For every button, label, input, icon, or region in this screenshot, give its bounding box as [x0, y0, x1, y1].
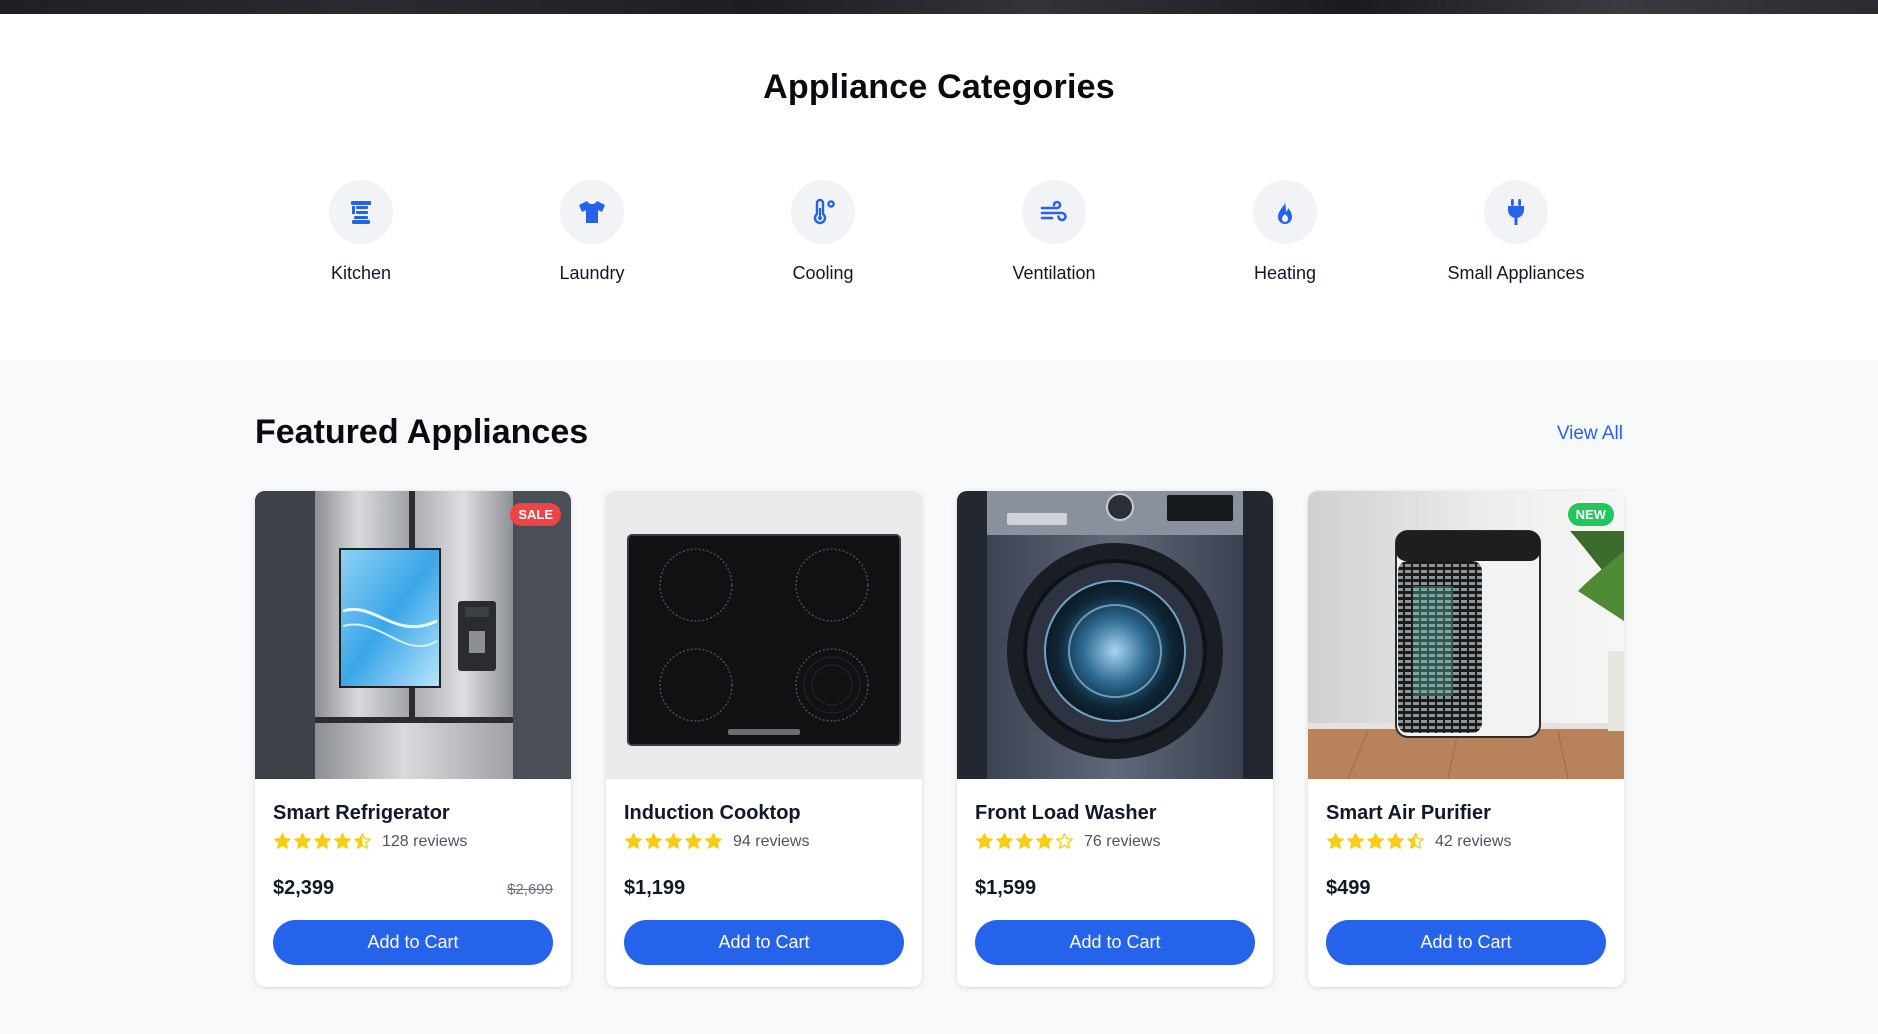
- star-half-icon: [354, 832, 371, 849]
- star-full-icon: [976, 832, 993, 849]
- star-rating: [273, 832, 372, 851]
- product-price: $1,599: [975, 877, 1037, 899]
- category-label: Cooling: [792, 263, 854, 283]
- thermometer-icon: [791, 180, 855, 244]
- star-full-icon: [685, 832, 702, 849]
- blender-icon: [329, 180, 393, 244]
- new-badge: NEW: [1567, 503, 1614, 526]
- product-name[interactable]: Smart Air Purifier: [1326, 802, 1606, 825]
- featured-appliances-section: Featured Appliances View All SALE Smart …: [0, 361, 1878, 1034]
- star-full-icon: [1387, 832, 1404, 849]
- fire-icon: [1253, 180, 1317, 244]
- product-card-induction-cooktop[interactable]: Induction Cooktop 94 reviews $1,199 Add …: [606, 491, 922, 987]
- review-count[interactable]: 76 reviews: [1084, 833, 1160, 851]
- category-label: Laundry: [559, 263, 625, 283]
- star-full-icon: [1016, 832, 1033, 849]
- product-price: $499: [1326, 877, 1371, 899]
- category-label: Ventilation: [1012, 263, 1096, 283]
- featured-title: Featured Appliances: [255, 413, 589, 451]
- star-full-icon: [1347, 832, 1364, 849]
- product-rating: 128 reviews: [273, 832, 553, 851]
- price-row: $1,599: [975, 877, 1255, 900]
- star-full-icon: [314, 832, 331, 849]
- star-full-icon: [334, 832, 351, 849]
- categories-title: Appliance Categories: [763, 68, 1115, 106]
- price-row: $499: [1326, 877, 1606, 900]
- star-full-icon: [294, 832, 311, 849]
- star-empty-icon: [1056, 832, 1073, 849]
- category-label: Kitchen: [330, 263, 392, 283]
- category-heating[interactable]: Heating: [1185, 180, 1385, 284]
- review-count[interactable]: 42 reviews: [1435, 833, 1511, 851]
- review-count[interactable]: 128 reviews: [382, 833, 467, 851]
- view-all-link[interactable]: View All: [1557, 423, 1623, 445]
- category-kitchen[interactable]: Kitchen: [261, 180, 461, 284]
- add-to-cart-button[interactable]: Add to Cart: [273, 920, 553, 965]
- product-price: $2,399: [273, 877, 335, 899]
- sale-badge: SALE: [510, 503, 561, 526]
- product-name[interactable]: Smart Refrigerator: [273, 802, 553, 825]
- category-label: Heating: [1253, 263, 1317, 283]
- original-price: $2,699: [507, 881, 553, 898]
- star-full-icon: [625, 832, 642, 849]
- star-full-icon: [665, 832, 682, 849]
- star-full-icon: [705, 832, 722, 849]
- star-full-icon: [1367, 832, 1384, 849]
- product-image[interactable]: SALE: [255, 491, 571, 779]
- category-ventilation[interactable]: Ventilation: [954, 180, 1154, 284]
- star-full-icon: [1327, 832, 1344, 849]
- product-image[interactable]: [606, 491, 922, 779]
- plug-icon: [1484, 180, 1548, 244]
- product-rating: 42 reviews: [1326, 832, 1606, 851]
- product-name[interactable]: Front Load Washer: [975, 802, 1255, 825]
- appliance-categories-section: Appliance Categories Kitchen Laundry Coo…: [0, 14, 1878, 361]
- wind-icon: [1022, 180, 1086, 244]
- add-to-cart-button[interactable]: Add to Cart: [975, 920, 1255, 965]
- product-name[interactable]: Induction Cooktop: [624, 802, 904, 825]
- category-laundry[interactable]: Laundry: [492, 180, 692, 284]
- star-rating: [975, 832, 1074, 851]
- category-cooling[interactable]: Cooling: [723, 180, 923, 284]
- review-count[interactable]: 94 reviews: [733, 833, 809, 851]
- product-image[interactable]: NEW: [1308, 491, 1624, 779]
- add-to-cart-button[interactable]: Add to Cart: [624, 920, 904, 965]
- star-full-icon: [1036, 832, 1053, 849]
- product-rating: 76 reviews: [975, 832, 1255, 851]
- star-rating: [624, 832, 723, 851]
- category-label: Small Appliances: [1447, 263, 1585, 283]
- star-full-icon: [274, 832, 291, 849]
- add-to-cart-button[interactable]: Add to Cart: [1326, 920, 1606, 965]
- product-price: $1,199: [624, 877, 686, 899]
- product-card-front-load-washer[interactable]: Front Load Washer 76 reviews $1,599 Add …: [957, 491, 1273, 987]
- star-full-icon: [996, 832, 1013, 849]
- product-image[interactable]: [957, 491, 1273, 779]
- product-card-smart-refrigerator[interactable]: SALE Smart Refrigerator 128 reviews $2,3…: [255, 491, 571, 987]
- star-rating: [1326, 832, 1425, 851]
- price-row: $2,399 $2,699: [273, 877, 553, 900]
- category-small-appliances[interactable]: Small Appliances: [1416, 180, 1616, 284]
- star-full-icon: [645, 832, 662, 849]
- product-card-smart-air-purifier[interactable]: NEW Smart Air Purifier 42 reviews $499 A…: [1308, 491, 1624, 987]
- product-rating: 94 reviews: [624, 832, 904, 851]
- hero-image-bottom-edge: [0, 0, 1878, 14]
- star-half-icon: [1407, 832, 1424, 849]
- price-row: $1,199: [624, 877, 904, 900]
- shirt-icon: [560, 180, 624, 244]
